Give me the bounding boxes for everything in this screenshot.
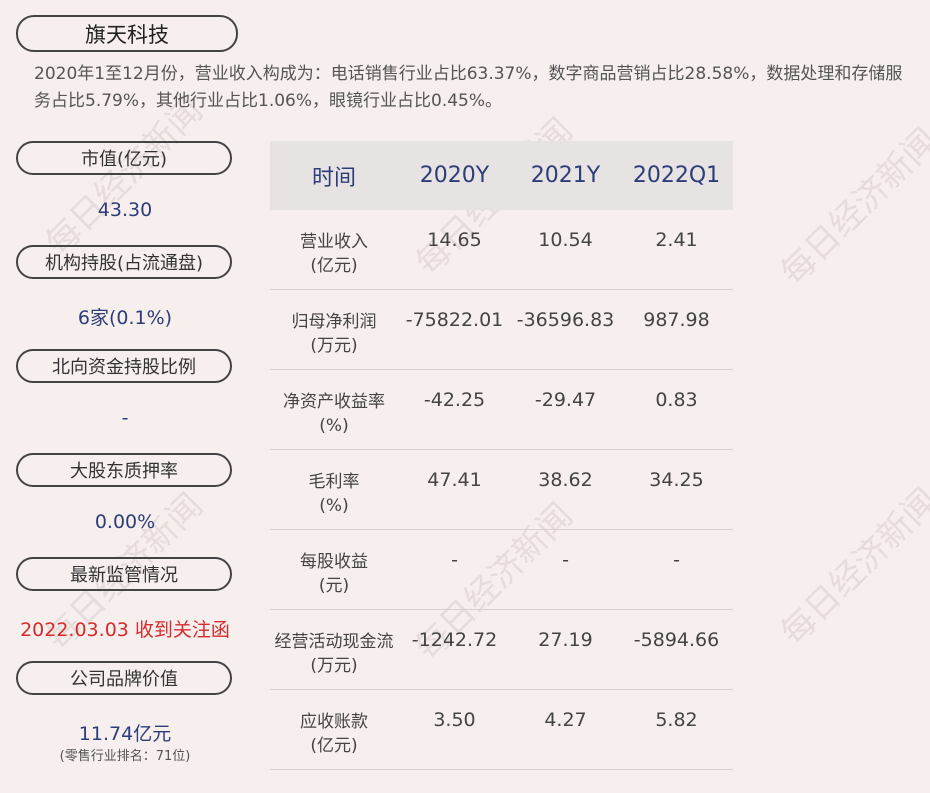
metric-value-pledge-ratio: 0.00% xyxy=(94,511,156,533)
row-label-text: 毛利率 xyxy=(308,472,360,492)
metric-label-brand-value: 公司品牌价值 xyxy=(16,661,232,695)
row-label: 每股收益 (元) xyxy=(270,530,398,598)
row-label-text: 应收账款 xyxy=(300,712,368,732)
row-label-text: 每股收益 xyxy=(300,552,368,572)
row-unit: (万元) xyxy=(310,336,358,356)
metric-label-regulatory: 最新监管情况 xyxy=(16,557,232,591)
table-header: 时间 2020Y 2021Y 2022Q1 xyxy=(270,141,733,210)
metric-value-market-cap: 43.30 xyxy=(97,199,153,221)
row-label-text: 营业收入 xyxy=(300,232,368,252)
header-time: 时间 xyxy=(311,165,356,191)
row-unit: (元) xyxy=(318,576,350,596)
table-row: 应收账款 (亿元) 3.50 4.27 5.82 xyxy=(270,690,733,770)
row-label-text: 净资产收益率 xyxy=(283,392,385,412)
row-label: 经营活动现金流 (万元) xyxy=(270,610,398,678)
cell-value: 38.62 xyxy=(538,469,593,491)
row-unit: (亿元) xyxy=(310,256,358,276)
row-unit: (%) xyxy=(319,496,349,516)
metric-label-institutional-holding: 机构持股(占流通盘) xyxy=(16,245,232,279)
table-row: 归母净利润 (万元) -75822.01 -36596.83 987.98 xyxy=(270,290,733,370)
cell-value: -5894.66 xyxy=(633,629,720,651)
table-row: 经营活动现金流 (万元) -1242.72 27.19 -5894.66 xyxy=(270,610,733,690)
watermark: 每日经济新闻 xyxy=(773,480,930,654)
row-label: 营业收入 (亿元) xyxy=(270,210,398,278)
cell-value: 47.41 xyxy=(427,469,482,491)
cell-value: 2.41 xyxy=(655,229,698,251)
row-unit: (%) xyxy=(319,416,349,436)
row-unit: (万元) xyxy=(310,656,358,676)
row-label: 应收账款 (亿元) xyxy=(270,690,398,758)
cell-value: 987.98 xyxy=(643,309,710,331)
row-label: 归母净利润 (万元) xyxy=(270,290,398,358)
cell-value: -75822.01 xyxy=(405,309,504,331)
cell-value: 0.83 xyxy=(655,389,698,411)
table-row: 净资产收益率 (%) -42.25 -29.47 0.83 xyxy=(270,370,733,450)
cell-value: -1242.72 xyxy=(411,629,498,651)
header-2022q1: 2022Q1 xyxy=(632,163,721,188)
header-2021y: 2021Y xyxy=(530,163,601,188)
cell-value: - xyxy=(451,549,458,571)
row-label: 净资产收益率 (%) xyxy=(270,370,398,438)
table-row: 毛利率 (%) 47.41 38.62 34.25 xyxy=(270,450,733,530)
metric-value-institutional-holding: 6家(0.1%) xyxy=(77,307,173,329)
row-label: 毛利率 (%) xyxy=(270,450,398,518)
cell-value: 3.50 xyxy=(433,709,476,731)
cell-value: -36596.83 xyxy=(516,309,615,331)
cell-value: -29.47 xyxy=(534,389,597,411)
revenue-summary: 2020年1至12月份，营业收入构成为：电话销售行业占比63.37%，数字商品营… xyxy=(34,64,903,111)
company-title: 旗天科技 xyxy=(16,15,238,52)
cell-value: -42.25 xyxy=(423,389,486,411)
cell-value: 34.25 xyxy=(649,469,704,491)
cell-value: 10.54 xyxy=(538,229,593,251)
table-row: 每股收益 (元) - - - xyxy=(270,530,733,610)
row-label-text: 归母净利润 xyxy=(291,312,377,332)
watermark: 每日经济新闻 xyxy=(773,120,930,294)
financial-table: 时间 2020Y 2021Y 2022Q1 营业收入 (亿元) 14.65 10… xyxy=(270,141,733,770)
header-2020y: 2020Y xyxy=(419,163,490,188)
cell-value: 4.27 xyxy=(544,709,587,731)
cell-value: - xyxy=(562,549,569,571)
row-unit: (亿元) xyxy=(310,736,358,756)
metric-label-pledge-ratio: 大股东质押率 xyxy=(16,453,232,487)
metric-value-brand-value: 11.74亿元 xyxy=(78,723,172,745)
cell-value: 27.19 xyxy=(538,629,593,651)
table-row: 营业收入 (亿元) 14.65 10.54 2.41 xyxy=(270,210,733,290)
metric-value-northbound-ratio: - xyxy=(121,407,129,429)
cell-value: 14.65 xyxy=(427,229,482,251)
metric-label-northbound-ratio: 北向资金持股比例 xyxy=(16,349,232,383)
row-label-text: 经营活动现金流 xyxy=(274,632,394,652)
metric-sub-brand-rank: (零售行业排名：71位) xyxy=(59,749,191,764)
metric-label-market-cap: 市值(亿元) xyxy=(16,141,232,175)
metric-value-regulatory: 2022.03.03 收到关注函 xyxy=(20,619,230,641)
cell-value: - xyxy=(673,549,680,571)
cell-value: 5.82 xyxy=(655,709,698,731)
